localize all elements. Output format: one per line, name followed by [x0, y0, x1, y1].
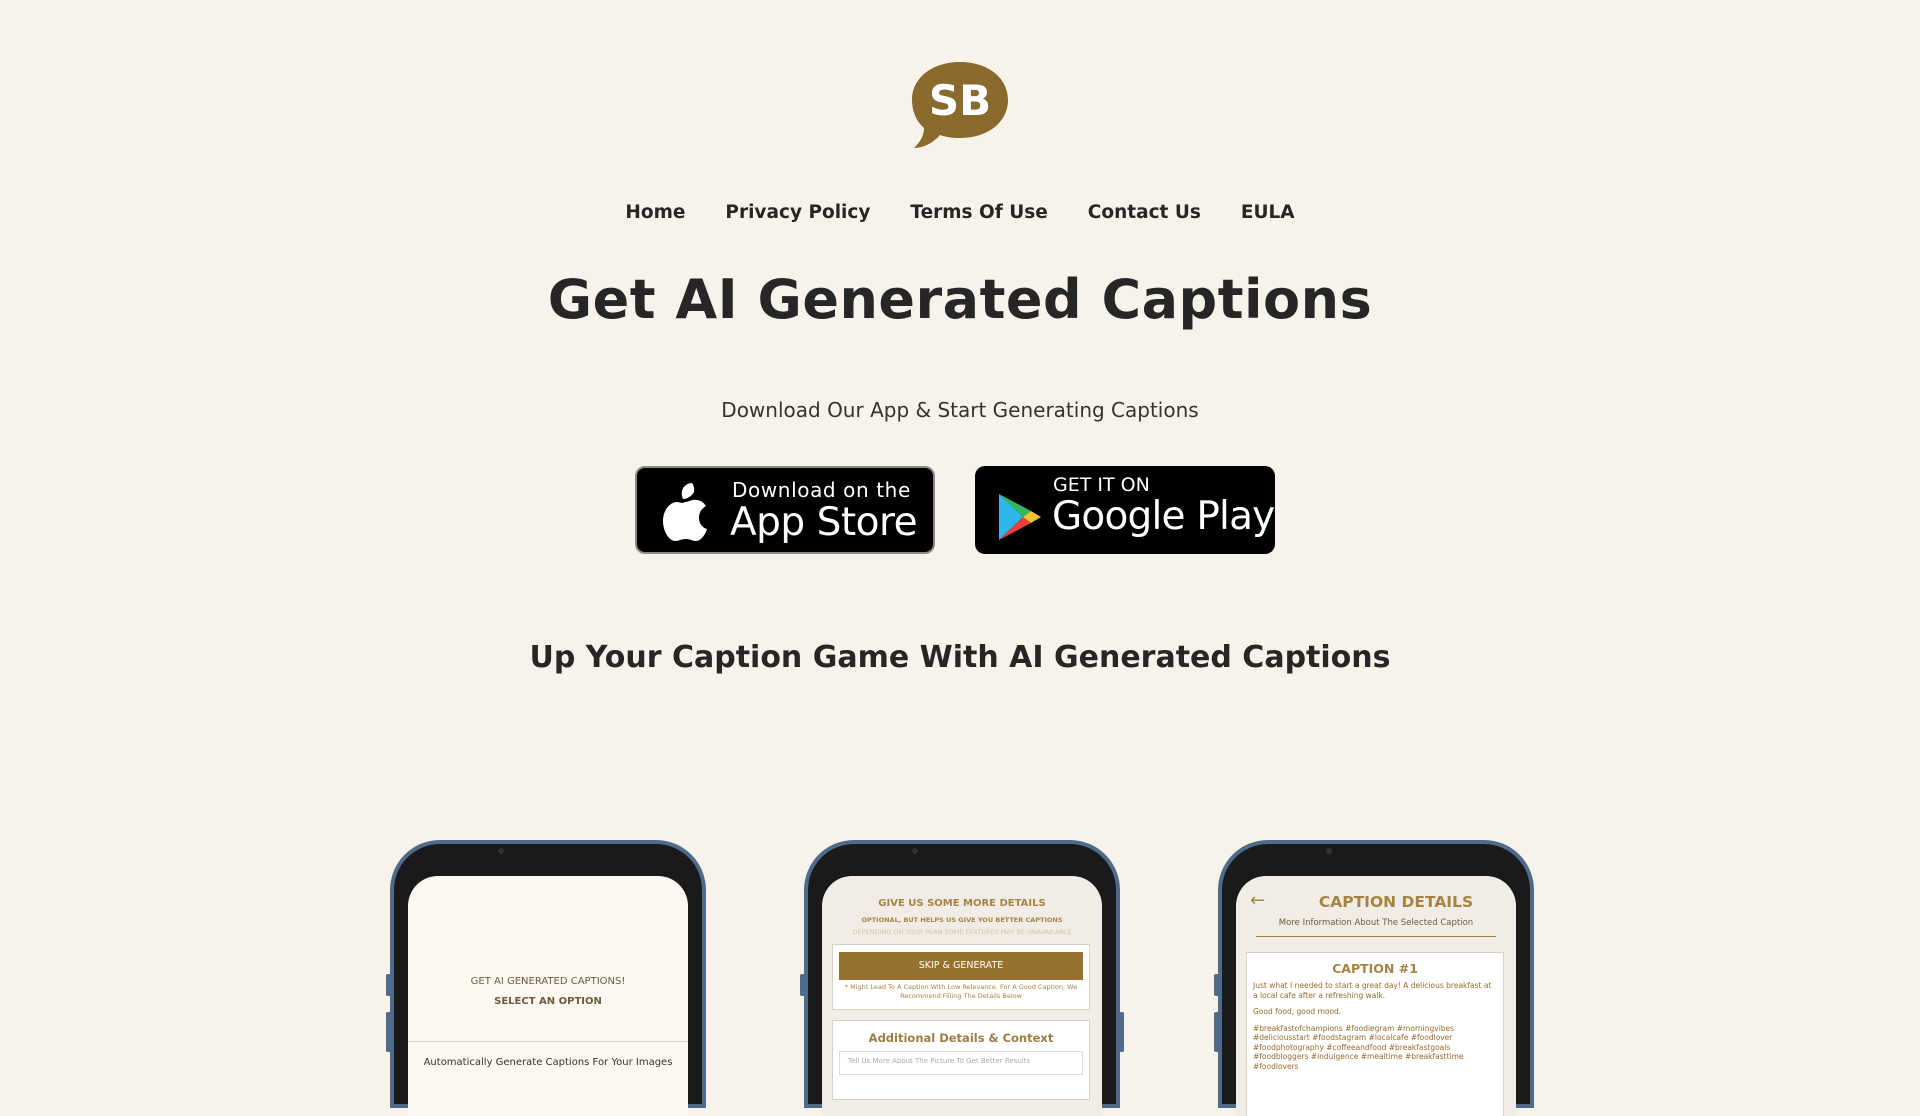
- screen-subheading: More Information About The Selected Capt…: [1278, 918, 1474, 928]
- phone-notch: [1320, 844, 1432, 864]
- section-title: Up Your Caption Game With AI Generated C…: [529, 640, 1391, 675]
- screen-headline: GET AI GENERATED CAPTIONS!: [470, 976, 626, 987]
- phone-screen: GIVE US SOME MORE DETAILS OPTIONAL, BUT …: [822, 876, 1102, 1116]
- phone-side-button: [386, 1012, 391, 1052]
- caption-hashtags: #breakfastofchampions #foodiegram #morni…: [1253, 1023, 1464, 1071]
- logo-text: SB: [929, 76, 991, 125]
- app-store-small-label: Download on the: [732, 478, 911, 502]
- screen-heading: CAPTION DETAILS: [1318, 893, 1474, 911]
- phone-mockup-2: GIVE US SOME MORE DETAILS OPTIONAL, BUT …: [800, 844, 1124, 1116]
- screen-heading: GIVE US SOME MORE DETAILS: [878, 898, 1046, 909]
- skip-card: SKIP & GENERATE * Might Lead To A Captio…: [832, 944, 1090, 1010]
- screen-select-option[interactable]: SELECT AN OPTION: [408, 996, 688, 1007]
- camera-icon: [498, 848, 504, 854]
- screen-subheading: OPTIONAL, BUT HELPS US GIVE YOU BETTER C…: [861, 916, 1063, 924]
- caption-title: CAPTION #1: [1332, 961, 1418, 976]
- app-store-big-label: App Store: [730, 500, 918, 545]
- nav-home[interactable]: Home: [625, 202, 685, 223]
- skip-generate-button[interactable]: SKIP & GENERATE: [839, 952, 1083, 980]
- divider: [1256, 936, 1496, 937]
- caption-text: Just what I needed to start a great day!…: [1253, 981, 1492, 1000]
- phone-side-button: [1119, 1012, 1124, 1052]
- screen-plan-note: DEPENDING ON YOUR PLAN SOME FEATURES MAY…: [852, 928, 1072, 936]
- logo[interactable]: SB: [908, 60, 1012, 152]
- google-play-big-label: Google Play: [1052, 494, 1275, 539]
- camera-icon: [1326, 848, 1332, 854]
- apple-icon: [663, 483, 707, 541]
- caption-mood: Good food, good mood.: [1253, 1007, 1342, 1016]
- details-input[interactable]: Tell Us More About The Picture To Get Be…: [839, 1051, 1083, 1075]
- hero-subtitle: Download Our App & Start Generating Capt…: [721, 398, 1199, 422]
- nav-eula[interactable]: EULA: [1241, 202, 1295, 223]
- divider: [408, 1041, 688, 1042]
- screen-option-auto-generate[interactable]: Automatically Generate Captions For Your…: [408, 1057, 688, 1068]
- phone-notch: [492, 844, 604, 864]
- nav-terms-of-use[interactable]: Terms Of Use: [910, 202, 1047, 223]
- caption-body: Just what I needed to start a great day!…: [1253, 981, 1497, 1078]
- nav-contact-us[interactable]: Contact Us: [1088, 202, 1201, 223]
- caption-card: CAPTION #1 Just what I needed to start a…: [1246, 952, 1504, 1116]
- google-play-button[interactable]: GET IT ON Google Play: [975, 466, 1275, 554]
- phone-side-button: [1214, 1012, 1219, 1052]
- google-play-small-label: GET IT ON: [1053, 474, 1150, 496]
- phone-side-button: [1214, 974, 1219, 996]
- phone-mockup-1: GET AI GENERATED CAPTIONS! SELECT AN OPT…: [386, 844, 702, 1116]
- details-title: Additional Details & Context: [868, 1031, 1054, 1045]
- phone-notch: [906, 844, 1018, 864]
- skip-note: * Might Lead To A Caption With Low Relev…: [844, 983, 1078, 1000]
- camera-icon: [912, 848, 918, 854]
- play-icon: [999, 494, 1041, 540]
- phone-mockup-3: ← CAPTION DETAILS More Information About…: [1214, 844, 1530, 1116]
- details-card: Additional Details & Context Tell Us Mor…: [832, 1020, 1090, 1100]
- nav-privacy-policy[interactable]: Privacy Policy: [725, 202, 870, 223]
- phone-screen: GET AI GENERATED CAPTIONS! SELECT AN OPT…: [408, 876, 688, 1116]
- phone-screen: ← CAPTION DETAILS More Information About…: [1236, 876, 1516, 1116]
- speech-bubble-logo-icon: SB: [912, 62, 1008, 148]
- phone-side-button: [800, 974, 805, 996]
- app-store-button[interactable]: Download on the App Store: [635, 466, 935, 554]
- hero-title: Get AI Generated Captions: [547, 268, 1373, 331]
- phone-side-button: [386, 974, 391, 996]
- main-nav: Home Privacy Policy Terms Of Use Contact…: [0, 202, 1920, 223]
